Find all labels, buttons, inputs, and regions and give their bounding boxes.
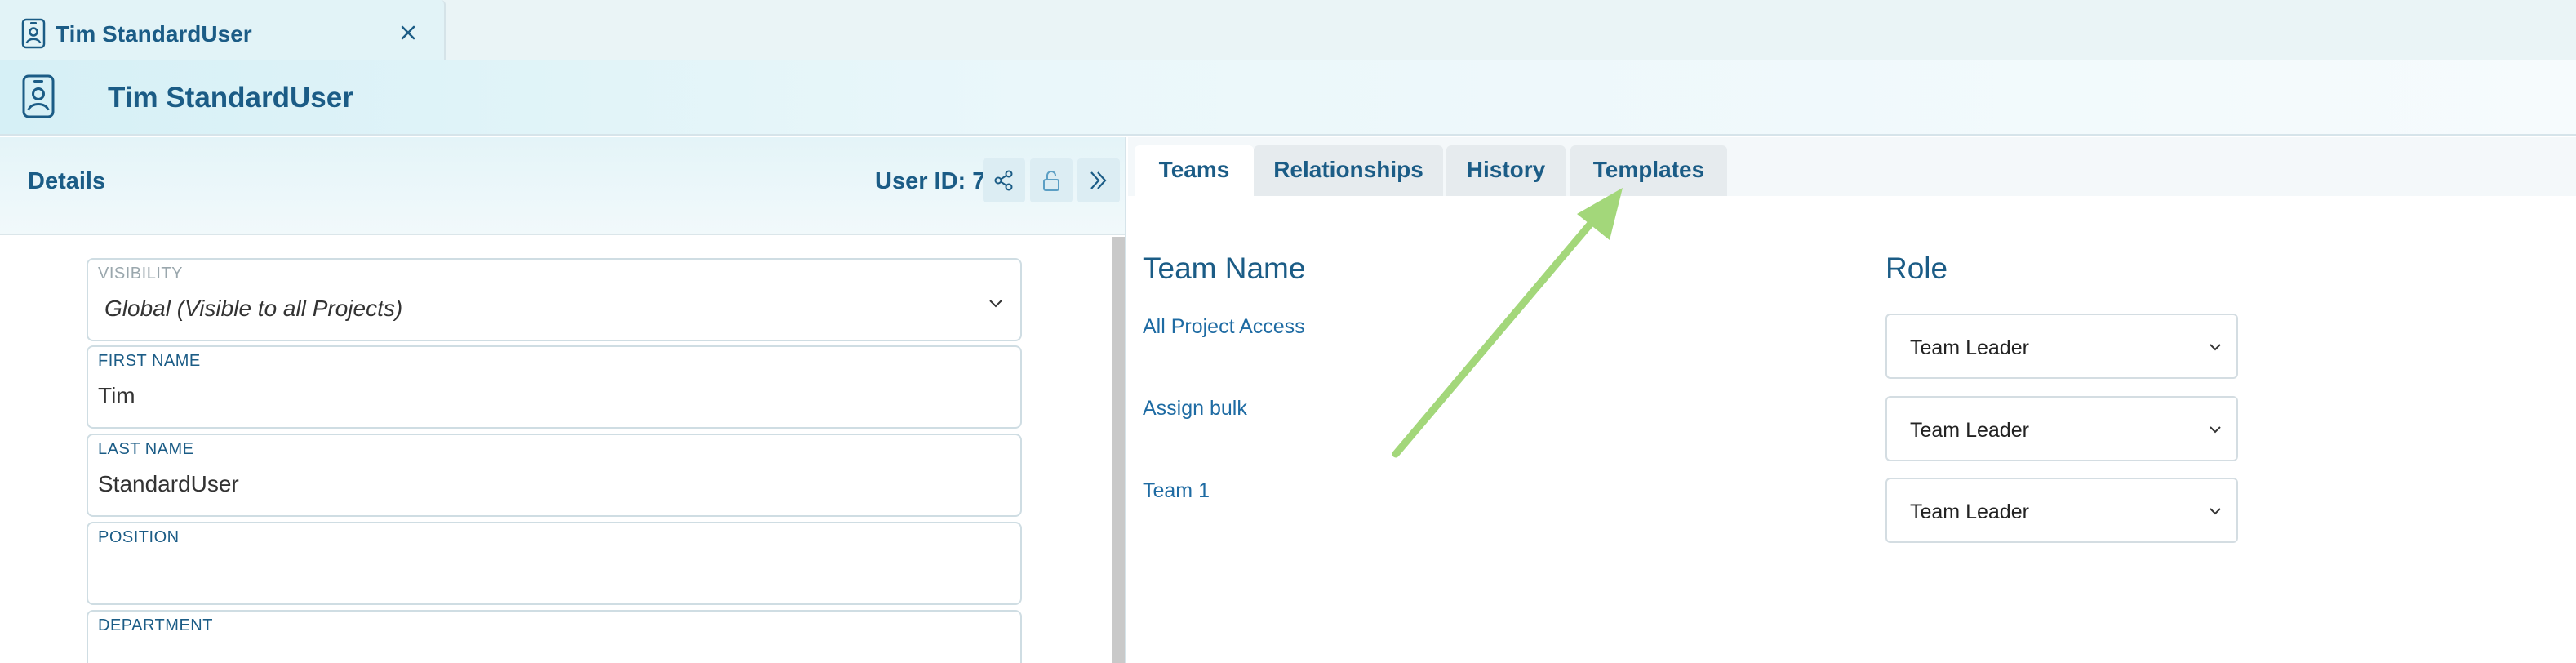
first-name-value: Tim — [98, 383, 135, 408]
last-name-value: StandardUser — [98, 471, 239, 496]
role-select[interactable]: Team Leader — [1885, 478, 2238, 543]
unlock-icon — [1043, 171, 1059, 191]
page-title: Tim StandardUser — [108, 82, 353, 113]
contact-card-icon — [21, 18, 46, 49]
role-value: Team Leader — [1910, 336, 2029, 359]
department-label: DEPARTMENT — [98, 616, 213, 634]
position-field[interactable]: POSITION — [87, 522, 1022, 605]
team-link[interactable]: Team 1 — [1143, 479, 1210, 503]
team-name-column-header: Team Name — [1143, 251, 1306, 285]
expand-panel-button[interactable] — [1077, 158, 1120, 202]
first-name-field[interactable]: FIRST NAME Tim — [87, 345, 1022, 429]
visibility-select[interactable]: VISIBILITY Global (Visible to all Projec… — [87, 258, 1022, 341]
details-form: VISIBILITY Global (Visible to all Projec… — [0, 237, 1113, 663]
last-name-label: LAST NAME — [98, 440, 194, 458]
visibility-label: VISIBILITY — [98, 265, 183, 283]
chevron-down-icon — [2210, 344, 2221, 351]
visibility-value: Global (Visible to all Projects) — [104, 296, 403, 321]
team-link[interactable]: All Project Access — [1143, 315, 1305, 339]
form-scrollbar[interactable] — [1112, 237, 1125, 663]
details-panel-header: Details User ID: 7 — [0, 137, 1125, 235]
chevron-down-icon — [2210, 426, 2221, 434]
share-icon — [994, 170, 1013, 191]
role-column-header: Role — [1885, 251, 1948, 285]
role-value: Team Leader — [1910, 419, 2029, 442]
document-tab[interactable]: Tim StandardUser — [0, 0, 446, 65]
close-icon[interactable] — [395, 20, 421, 46]
user-id-label: User ID: 7 — [875, 168, 986, 194]
details-title: Details — [28, 168, 106, 194]
record-header: Tim StandardUser — [0, 60, 2576, 136]
role-select[interactable]: Team Leader — [1885, 314, 2238, 379]
teams-panel — [1128, 196, 2576, 663]
role-select[interactable]: Team Leader — [1885, 396, 2238, 461]
document-tab-title: Tim StandardUser — [56, 21, 252, 47]
expand-icon — [1090, 171, 1107, 189]
chevron-down-icon — [989, 300, 1002, 308]
annotation-arrow-icon — [1392, 188, 1623, 458]
contact-card-icon — [22, 74, 55, 118]
last-name-field[interactable]: LAST NAME StandardUser — [87, 434, 1022, 517]
role-value: Team Leader — [1910, 501, 2029, 523]
chevron-down-icon — [2210, 508, 2221, 515]
tab-teams[interactable]: Teams — [1135, 145, 1254, 196]
lock-toggle-button[interactable] — [1030, 158, 1073, 202]
department-field[interactable]: DEPARTMENT — [87, 610, 1022, 663]
related-tabs: Teams Relationships History Templates — [1128, 137, 2576, 196]
document-tab-strip: Tim StandardUser — [0, 0, 2576, 65]
share-button[interactable] — [983, 158, 1025, 202]
team-link[interactable]: Assign bulk — [1143, 397, 1247, 420]
panel-divider[interactable] — [1125, 137, 1126, 663]
position-label: POSITION — [98, 528, 180, 546]
first-name-label: FIRST NAME — [98, 352, 201, 370]
